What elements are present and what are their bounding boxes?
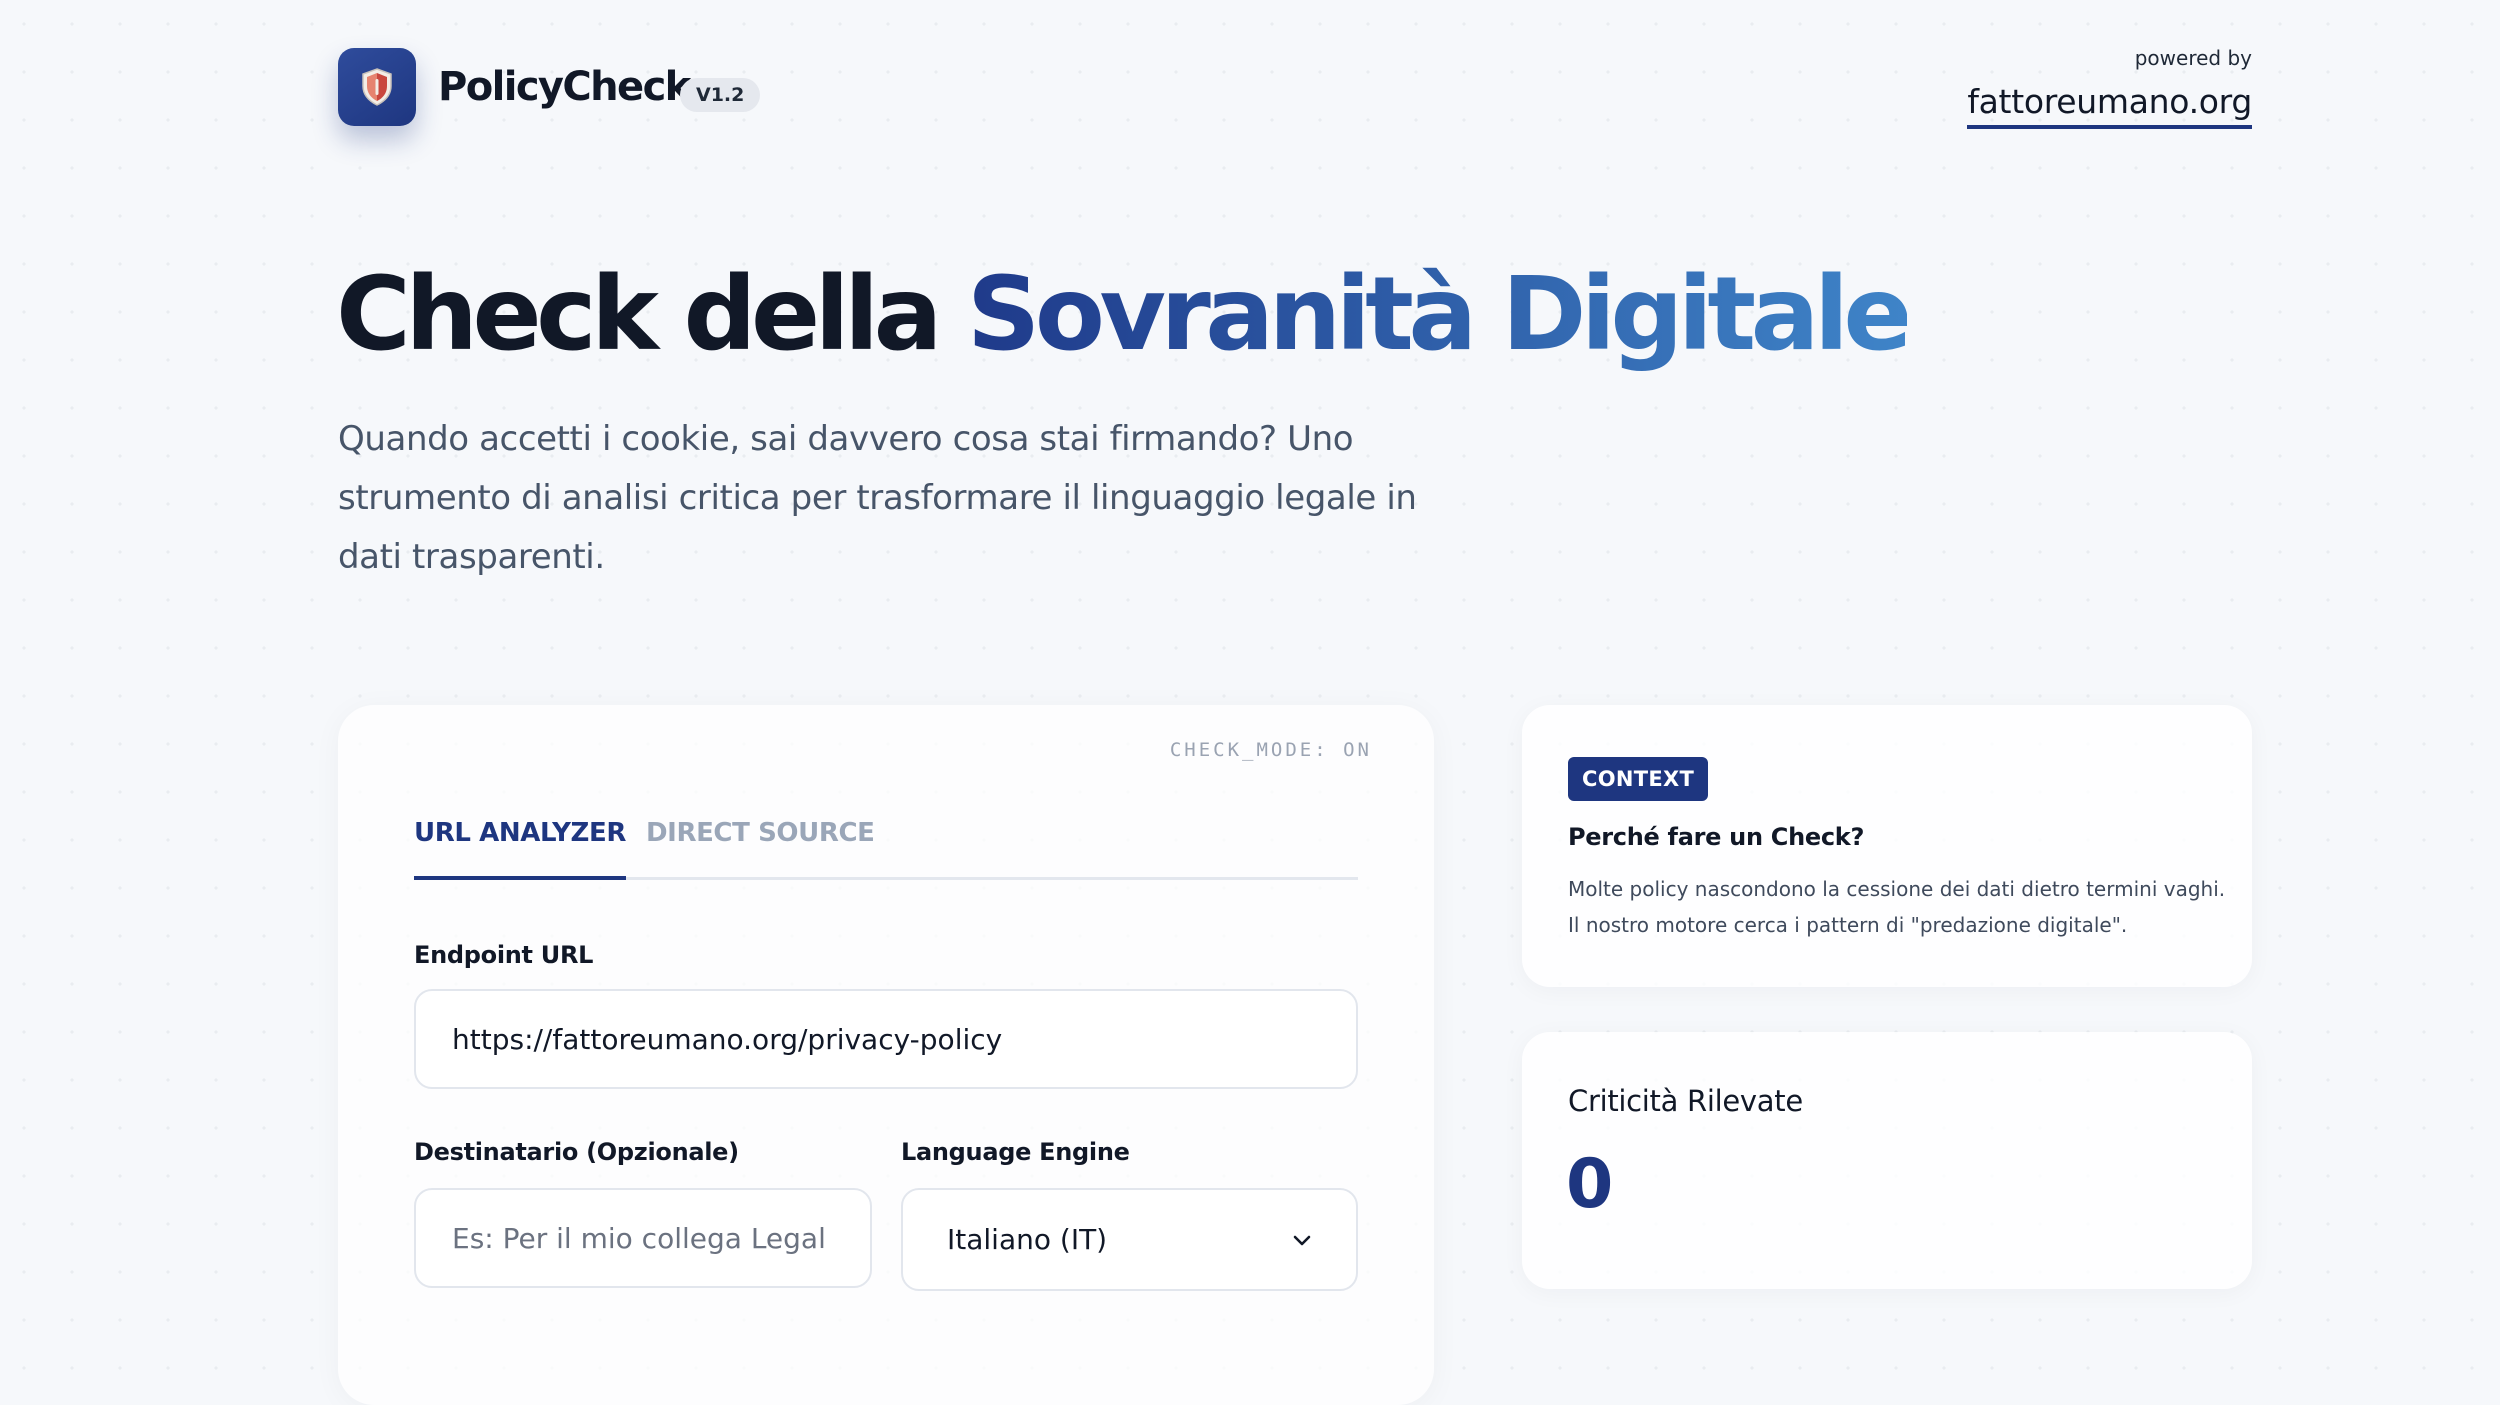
recipient-input[interactable] [414, 1188, 872, 1288]
issues-count: 0 [1566, 1145, 1614, 1224]
issues-label: Criticità Rilevate [1568, 1084, 1803, 1118]
language-selected-value: Italiano (IT) [947, 1223, 1108, 1256]
check-mode-indicator: CHECK_MODE: ON [1169, 739, 1372, 761]
language-engine-select[interactable]: Italiano (IT) [901, 1188, 1358, 1291]
endpoint-url-input[interactable] [414, 989, 1358, 1089]
analyzer-tabs: URL ANALYZER DIRECT SOURCE [414, 805, 1358, 880]
version-badge: V1.2 [680, 78, 761, 112]
language-engine-label: Language Engine [901, 1138, 1130, 1166]
context-title: Perché fare un Check? [1568, 823, 1865, 851]
context-badge: CONTEXT [1568, 757, 1709, 801]
page-title-accent: Sovranità Digitale [966, 255, 1913, 374]
context-card: CONTEXT Perché fare un Check? Molte poli… [1522, 705, 2252, 987]
tab-direct-source[interactable]: DIRECT SOURCE [646, 805, 875, 877]
powered-by-link[interactable]: fattoreumano.org [1967, 82, 2252, 129]
page-subtitle: Quando accetti i cookie, sai davvero cos… [338, 419, 1417, 577]
recipient-label: Destinatario (Opzionale) [414, 1138, 739, 1166]
shield-icon [362, 68, 392, 106]
chevron-down-icon [1293, 1235, 1311, 1245]
page-title: Check della Sovranità Digitale [336, 250, 1913, 380]
context-text: Molte policy nascondono la cessione dei … [1568, 877, 2226, 937]
endpoint-url-label: Endpoint URL [414, 941, 594, 969]
brand-name: PolicyCheck [438, 64, 691, 110]
page-title-plain: Check della [336, 255, 942, 374]
analyzer-card: CHECK_MODE: ON URL ANALYZER DIRECT SOURC… [338, 705, 1434, 1405]
issues-card: Criticità Rilevate 0 [1522, 1032, 2252, 1289]
tab-url-analyzer[interactable]: URL ANALYZER [414, 805, 626, 880]
logo[interactable] [338, 48, 416, 126]
powered-by-label: powered by [2134, 46, 2252, 70]
